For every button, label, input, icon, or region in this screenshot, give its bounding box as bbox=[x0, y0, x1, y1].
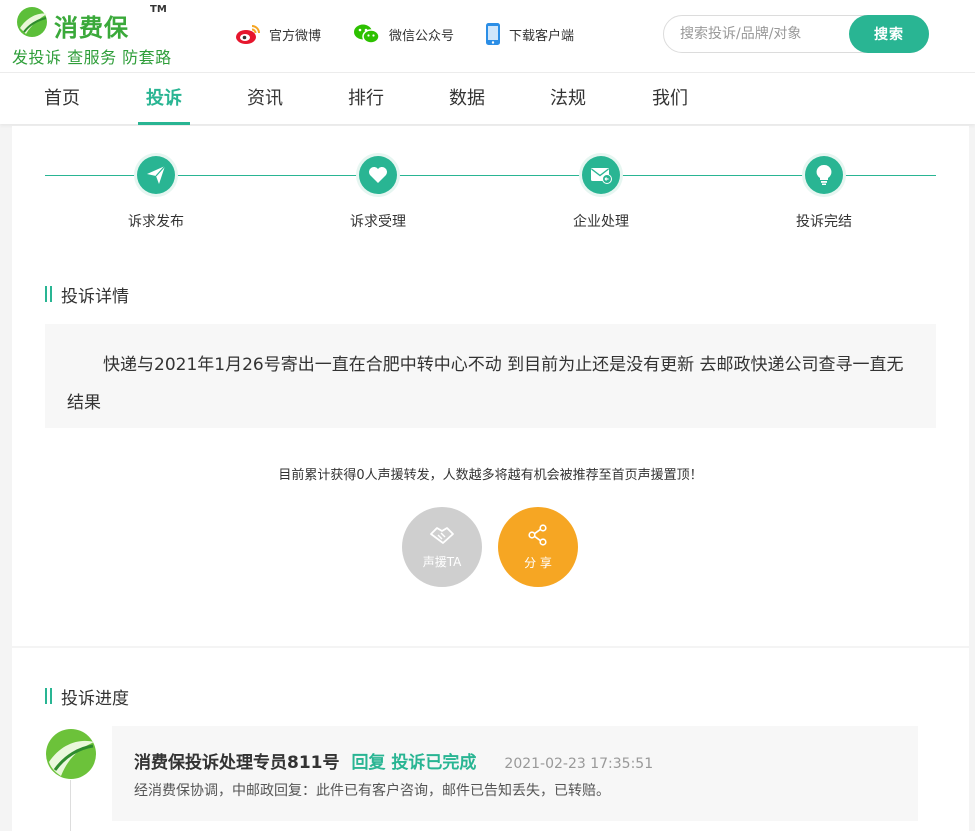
wechat-icon bbox=[354, 24, 380, 44]
weibo-link-label: 官方微博 bbox=[269, 28, 322, 44]
download-app-label: 下载客户端 bbox=[509, 28, 575, 44]
download-app-link[interactable]: 下载客户端 bbox=[485, 20, 574, 48]
reply-status: 回复 投诉已完成 bbox=[351, 753, 477, 773]
nav-item-laws[interactable]: 法规 bbox=[550, 73, 586, 123]
step-label: 投诉完结 bbox=[796, 214, 852, 230]
complaint-progress-card: 投诉进度 消费保投诉处理专员811号 回复 投诉已完成 2021-02-23 1… bbox=[12, 648, 969, 831]
share-button-label: 分 享 bbox=[524, 555, 552, 570]
main-nav: 首页 投诉 资讯 排行 数据 法规 我们 bbox=[0, 72, 975, 125]
site-logo[interactable]: 消费保 TM 发投诉 查服务 防套路 bbox=[12, 4, 172, 67]
nav-item-data[interactable]: 数据 bbox=[449, 73, 485, 123]
brand-name: 消费保 bbox=[54, 14, 129, 42]
detail-section-title: 投诉详情 bbox=[45, 284, 129, 307]
reply-author: 消费保投诉处理专员811号 bbox=[134, 753, 340, 773]
nav-item-ranking[interactable]: 排行 bbox=[348, 73, 384, 123]
complaint-detail-card: 诉求发布 诉求受理 企业处理 投诉完结 投诉详情 快递与2021年1月26号寄出… bbox=[12, 126, 969, 646]
timeline-line bbox=[70, 780, 71, 831]
nav-item-news[interactable]: 资讯 bbox=[247, 73, 283, 123]
step-label: 诉求受理 bbox=[350, 214, 406, 230]
lightbulb-icon bbox=[816, 164, 832, 185]
support-button-label: 声援TA bbox=[422, 554, 462, 569]
reply-body: 经消费保协调，中邮政回复：此件已有客户咨询，邮件已告知丢失，已转赔。 bbox=[134, 783, 610, 799]
wechat-link[interactable]: 微信公众号 bbox=[353, 20, 454, 48]
search-button[interactable]: 搜索 bbox=[849, 15, 929, 53]
step-label: 诉求发布 bbox=[128, 214, 184, 230]
mail-reply-icon bbox=[591, 168, 612, 184]
weibo-link[interactable]: 官方微博 bbox=[235, 20, 321, 48]
paper-plane-icon bbox=[147, 165, 166, 184]
top-header: 消费保 TM 发投诉 查服务 防套路 官方微博 微信公众号 下载客户端 搜索投诉… bbox=[0, 0, 975, 72]
heart-icon bbox=[369, 167, 387, 183]
wechat-link-label: 微信公众号 bbox=[389, 28, 455, 44]
nav-item-about[interactable]: 我们 bbox=[652, 73, 688, 123]
progress-section-title: 投诉进度 bbox=[45, 686, 129, 709]
leaf-logo-icon bbox=[17, 7, 47, 37]
trademark-mark: TM bbox=[150, 4, 167, 15]
step-label: 企业处理 bbox=[573, 214, 629, 230]
support-count-text: 目前累计获得0人声援转发，人数越多将越有机会被推荐至首页声援置顶！ bbox=[278, 468, 703, 483]
section-marker-icon bbox=[45, 688, 53, 704]
step-accept: 诉求受理 bbox=[318, 153, 438, 231]
weibo-icon bbox=[236, 25, 260, 44]
support-button[interactable]: 声援TA bbox=[402, 507, 482, 587]
progress-reply: 消费保投诉处理专员811号 回复 投诉已完成 2021-02-23 17:35:… bbox=[112, 726, 918, 821]
share-icon bbox=[528, 523, 547, 546]
brand-slogan: 发投诉 查服务 防套路 bbox=[12, 48, 172, 67]
complaint-text: 快递与2021年1月26号寄出一直在合肥中转中心不动 到目前为止还是没有更新 去… bbox=[45, 324, 936, 428]
reply-timestamp: 2021-02-23 17:35:51 bbox=[504, 756, 654, 772]
nav-item-home[interactable]: 首页 bbox=[44, 73, 80, 123]
phone-icon bbox=[486, 23, 500, 45]
section-marker-icon bbox=[45, 286, 53, 302]
search-input[interactable] bbox=[680, 16, 840, 52]
step-process: 企业处理 bbox=[541, 153, 661, 231]
step-complete: 投诉完结 bbox=[764, 153, 884, 231]
search-box: 搜索 bbox=[663, 15, 929, 53]
step-publish: 诉求发布 bbox=[96, 153, 216, 231]
agent-avatar bbox=[45, 728, 97, 780]
handshake-icon bbox=[430, 526, 454, 544]
share-button[interactable]: 分 享 bbox=[498, 507, 578, 587]
nav-item-complaints[interactable]: 投诉 bbox=[138, 73, 190, 125]
